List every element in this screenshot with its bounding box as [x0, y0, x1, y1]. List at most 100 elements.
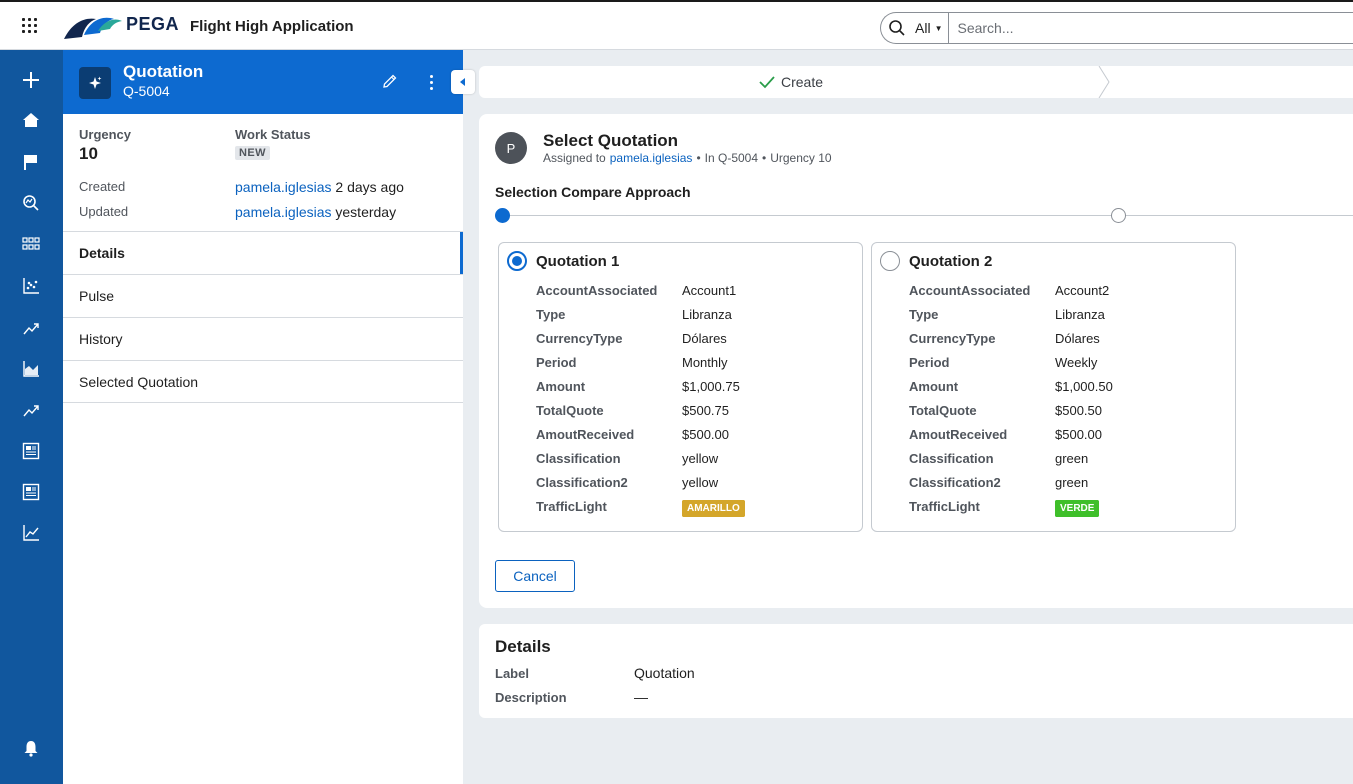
step-indicator[interactable] — [1111, 208, 1126, 223]
field-row: Period Weekly — [909, 355, 1113, 379]
field-label: Type — [536, 307, 566, 322]
details-card: Details Label Quotation Description — — [479, 624, 1353, 718]
check-icon — [759, 76, 775, 89]
field-label: Classification — [536, 451, 621, 466]
cancel-button[interactable]: Cancel — [495, 560, 575, 592]
tab-details[interactable]: Details — [63, 231, 463, 275]
field-row: Classification yellow — [536, 451, 745, 475]
assignment-card: P Select Quotation Assigned to pamela.ig… — [479, 114, 1353, 608]
field-row: CurrencyType Dólares — [536, 331, 745, 355]
quotation-2-radio[interactable] — [880, 251, 900, 271]
search-scope-dropdown[interactable]: All ▼ — [913, 13, 950, 43]
field-row: Period Monthly — [536, 355, 745, 379]
updated-user-link[interactable]: pamela.iglesias — [235, 204, 332, 220]
brand-name: PEGA — [126, 14, 180, 34]
field-label: TotalQuote — [909, 403, 977, 418]
stage-chevron — [1098, 66, 1110, 98]
field-value: $1,000.50 — [1055, 379, 1113, 394]
field-value: Account1 — [682, 283, 737, 298]
search-icon[interactable] — [881, 13, 913, 43]
tab-history[interactable]: History — [63, 317, 463, 360]
quotation-1-radio[interactable] — [507, 251, 527, 271]
created-time: 2 days ago — [335, 179, 404, 195]
quotation-card-2[interactable]: Quotation 2 AccountAssociated Account2 Ty… — [871, 242, 1236, 532]
field-row: AccountAssociated Account2 — [909, 283, 1113, 307]
tab-pulse[interactable]: Pulse — [63, 274, 463, 317]
stepper-track — [503, 215, 1353, 216]
field-value: Libranza — [1055, 307, 1105, 322]
field-label: Amount — [536, 379, 586, 394]
field-row: TotalQuote $500.75 — [536, 403, 745, 427]
work-status-label: Work Status — [235, 127, 311, 142]
quotation-card-1[interactable]: Quotation 1 AccountAssociated Account1 Ty… — [498, 242, 863, 532]
tab-label: Details — [79, 245, 125, 261]
plus-icon[interactable] — [21, 70, 41, 90]
field-row: Type Libranza — [909, 307, 1113, 331]
area-chart-icon[interactable] — [21, 359, 41, 379]
stage-label: Create — [781, 74, 824, 90]
field-value: $500.75 — [682, 403, 729, 418]
field-row: AccountAssociated Account1 — [536, 283, 745, 307]
field-label: Period — [536, 355, 577, 370]
collapse-panel-button[interactable] — [451, 70, 475, 94]
report-icon[interactable] — [21, 482, 41, 502]
grid-icon[interactable] — [21, 234, 41, 254]
field-label: Classification2 — [909, 475, 1001, 490]
search-analytics-icon[interactable] — [21, 193, 41, 213]
trend-icon[interactable] — [21, 400, 41, 420]
field-row: Classification2 yellow — [536, 475, 745, 499]
pega-logo — [64, 17, 122, 39]
field-label: TrafficLight — [909, 499, 980, 514]
urgency-label: Urgency — [79, 127, 132, 142]
section-title: Selection Compare Approach — [495, 184, 691, 200]
updated-label: Updated — [79, 204, 129, 219]
updated-value: pamela.iglesias yesterday — [235, 204, 396, 220]
field-value: yellow — [682, 475, 719, 490]
field-label: AccountAssociated — [909, 283, 1031, 298]
search-input[interactable] — [949, 14, 1330, 42]
field-label: AmoutReceived — [536, 427, 635, 442]
line-chart-icon[interactable] — [21, 523, 41, 543]
pencil-icon[interactable] — [381, 72, 401, 92]
field-value: green — [1055, 475, 1089, 490]
assigned-user-link[interactable]: pamela.iglesias — [610, 151, 693, 165]
report-icon[interactable] — [21, 441, 41, 461]
more-options-icon[interactable] — [421, 72, 441, 92]
case-title: Quotation — [123, 62, 204, 81]
field-label: Period — [909, 355, 950, 370]
stage-bar: Create — [479, 66, 1353, 98]
tab-selected-quotation[interactable]: Selected Quotation — [63, 360, 463, 403]
app-launcher-icon[interactable] — [22, 18, 40, 36]
detail-value: Quotation — [634, 665, 695, 681]
field-value: $500.00 — [682, 427, 729, 442]
field-row: Classification green — [909, 451, 1113, 475]
field-row: Type Libranza — [536, 307, 745, 331]
flag-icon[interactable] — [21, 152, 41, 172]
search-bar: All ▼ — [880, 12, 1353, 44]
field-row: Amount $1,000.50 — [909, 379, 1113, 403]
case-tabs: Details Pulse History Selected Quotation — [63, 231, 463, 403]
trend-icon[interactable] — [21, 318, 41, 338]
step-indicator-active[interactable] — [495, 208, 510, 223]
detail-label: Label — [495, 666, 529, 681]
bell-icon[interactable] — [21, 738, 41, 758]
field-row: Classification2 green — [909, 475, 1113, 499]
field-label: CurrencyType — [536, 331, 623, 346]
case-header: Quotation Q-5004 — [63, 50, 463, 114]
field-row: AmoutReceived $500.00 — [909, 427, 1113, 451]
scatter-chart-icon[interactable] — [21, 276, 41, 296]
assigned-prefix: Assigned to — [543, 151, 606, 165]
caret-down-icon: ▼ — [934, 23, 943, 33]
field-value: $1,000.75 — [682, 379, 740, 394]
quotation-fields: AccountAssociated Account2 Type Libranza C… — [909, 283, 1113, 523]
assignment-urgency: Urgency 10 — [770, 151, 832, 165]
case-ref: In Q-5004 — [704, 151, 759, 165]
home-icon[interactable] — [21, 110, 41, 130]
top-header: PEGA Flight High Application All ▼ — [0, 0, 1353, 50]
stage-create[interactable]: Create — [759, 74, 823, 90]
tab-label: History — [79, 331, 123, 347]
tab-label: Pulse — [79, 288, 115, 304]
sparkle-icon — [79, 67, 111, 99]
created-user-link[interactable]: pamela.iglesias — [235, 179, 332, 195]
urgency-value: 10 — [79, 144, 98, 163]
